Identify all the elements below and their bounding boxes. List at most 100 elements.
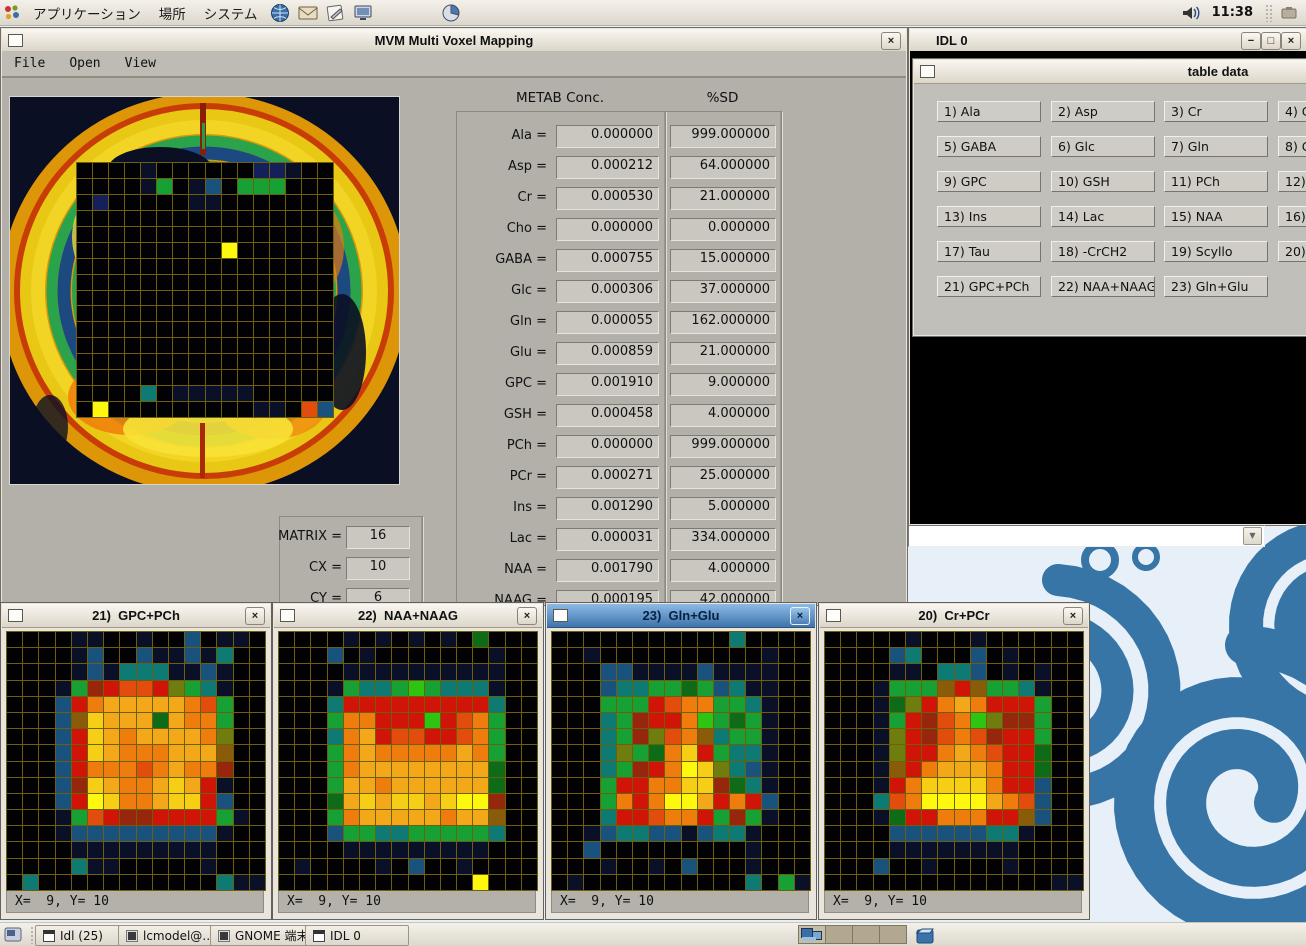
overlay-voxel-cell[interactable] — [173, 195, 188, 210]
map-voxel-cell[interactable] — [250, 842, 265, 857]
map-voxel-cell[interactable] — [906, 713, 921, 728]
overlay-voxel-cell[interactable] — [125, 306, 140, 321]
map-voxel-cell[interactable] — [72, 826, 87, 841]
map-voxel-cell[interactable] — [825, 681, 840, 696]
map-voxel-cell[interactable] — [1019, 826, 1034, 841]
map-voxel-cell[interactable] — [779, 729, 794, 744]
map-voxel-cell[interactable] — [7, 859, 22, 874]
map-voxel-cell[interactable] — [169, 648, 184, 663]
map-voxel-cell[interactable] — [506, 762, 521, 777]
map-voxel-cell[interactable] — [295, 681, 310, 696]
table-data-titlebar[interactable]: table data — [914, 60, 1306, 84]
map-voxel-cell[interactable] — [665, 713, 680, 728]
map-voxel-cell[interactable] — [987, 875, 1002, 890]
map-voxel-cell[interactable] — [938, 745, 953, 760]
idl0-close-button[interactable]: × — [1281, 32, 1301, 50]
map-voxel-cell[interactable] — [360, 648, 375, 663]
map-voxel-cell[interactable] — [489, 729, 504, 744]
map-voxel-cell[interactable] — [72, 810, 87, 825]
map-voxel-cell[interactable] — [392, 762, 407, 777]
metabolite-map-button[interactable]: 23) Gln+Glu — [1164, 276, 1268, 297]
map-voxel-cell[interactable] — [23, 826, 38, 841]
map-voxel-cell[interactable] — [682, 697, 697, 712]
map-voxel-cell[interactable] — [890, 697, 905, 712]
overlay-voxel-cell[interactable] — [93, 195, 108, 210]
map-voxel-cell[interactable] — [522, 810, 537, 825]
taskbar-button[interactable]: lcmodel@… — [118, 925, 223, 946]
window-menu-icon[interactable] — [8, 609, 23, 622]
map-voxel-cell[interactable] — [617, 632, 632, 647]
overlay-voxel-cell[interactable] — [173, 243, 188, 258]
map-voxel-cell[interactable] — [649, 632, 664, 647]
map-voxel-cell[interactable] — [473, 632, 488, 647]
map-voxel-cell[interactable] — [88, 762, 103, 777]
overlay-voxel-cell[interactable] — [157, 291, 172, 306]
map-voxel-cell[interactable] — [473, 729, 488, 744]
overlay-voxel-cell[interactable] — [157, 163, 172, 178]
map-voxel-cell[interactable] — [825, 778, 840, 793]
map-voxel-cell[interactable] — [137, 842, 152, 857]
overlay-voxel-cell[interactable] — [141, 163, 156, 178]
map-voxel-cell[interactable] — [987, 648, 1002, 663]
map-voxel-cell[interactable] — [825, 859, 840, 874]
map-voxel-cell[interactable] — [890, 794, 905, 809]
map-voxel-cell[interactable] — [234, 875, 249, 890]
overlay-voxel-cell[interactable] — [189, 322, 204, 337]
map-voxel-cell[interactable] — [328, 810, 343, 825]
overlay-voxel-cell[interactable] — [206, 402, 221, 417]
map-voxel-cell[interactable] — [185, 859, 200, 874]
map-voxel-cell[interactable] — [633, 697, 648, 712]
overlay-voxel-cell[interactable] — [254, 354, 269, 369]
map-voxel-cell[interactable] — [649, 859, 664, 874]
map-voxel-cell[interactable] — [1035, 859, 1050, 874]
map-voxel-cell[interactable] — [311, 794, 326, 809]
map-voxel-cell[interactable] — [137, 826, 152, 841]
metabolite-conc-value[interactable]: 0.000212 — [556, 156, 659, 179]
metabolite-sd-value[interactable]: 5.000000 — [670, 497, 776, 520]
overlay-voxel-cell[interactable] — [109, 227, 124, 242]
map-voxel-cell[interactable] — [1035, 875, 1050, 890]
map-voxel-cell[interactable] — [201, 745, 216, 760]
map-voxel-cell[interactable] — [714, 648, 729, 663]
map-voxel-cell[interactable] — [1035, 729, 1050, 744]
web-browser-launcher-icon[interactable] — [269, 3, 291, 23]
map-voxel-cell[interactable] — [633, 713, 648, 728]
map-voxel-cell[interactable] — [955, 826, 970, 841]
metabolite-sd-value[interactable]: 15.000000 — [670, 249, 776, 272]
map-voxel-cell[interactable] — [279, 648, 294, 663]
overlay-voxel-cell[interactable] — [77, 179, 92, 194]
map-voxel-cell[interactable] — [971, 842, 986, 857]
metabolite-conc-value[interactable]: 0.000271 — [556, 466, 659, 489]
map-voxel-cell[interactable] — [552, 794, 567, 809]
map-voxel-cell[interactable] — [938, 762, 953, 777]
menu-file[interactable]: File — [2, 56, 57, 71]
overlay-voxel-cell[interactable] — [206, 275, 221, 290]
map-voxel-cell[interactable] — [762, 875, 777, 890]
map-voxel-cell[interactable] — [714, 826, 729, 841]
overlay-voxel-cell[interactable] — [206, 338, 221, 353]
map-voxel-cell[interactable] — [955, 745, 970, 760]
map-voxel-cell[interactable] — [185, 648, 200, 663]
map-voxel-cell[interactable] — [633, 648, 648, 663]
map-voxel-cell[interactable] — [489, 745, 504, 760]
map-voxel-cell[interactable] — [376, 697, 391, 712]
map-voxel-cell[interactable] — [153, 745, 168, 760]
map-voxel-cell[interactable] — [857, 778, 872, 793]
map-voxel-cell[interactable] — [682, 648, 697, 663]
map-voxel-cell[interactable] — [698, 632, 713, 647]
map-voxel-cell[interactable] — [730, 745, 745, 760]
map-voxel-cell[interactable] — [906, 745, 921, 760]
map-voxel-cell[interactable] — [88, 729, 103, 744]
map-voxel-cell[interactable] — [522, 697, 537, 712]
overlay-voxel-cell[interactable] — [173, 163, 188, 178]
map-voxel-cell[interactable] — [601, 859, 616, 874]
map-voxel-cell[interactable] — [279, 681, 294, 696]
overlay-voxel-cell[interactable] — [189, 338, 204, 353]
map-voxel-cell[interactable] — [409, 632, 424, 647]
map-voxel-cell[interactable] — [1035, 794, 1050, 809]
map-voxel-cell[interactable] — [441, 842, 456, 857]
map-voxel-cell[interactable] — [7, 762, 22, 777]
idl0-titlebar[interactable]: IDL 0 − □ × — [910, 29, 1306, 52]
map-voxel-cell[interactable] — [825, 729, 840, 744]
map-voxel-cell[interactable] — [1052, 859, 1067, 874]
